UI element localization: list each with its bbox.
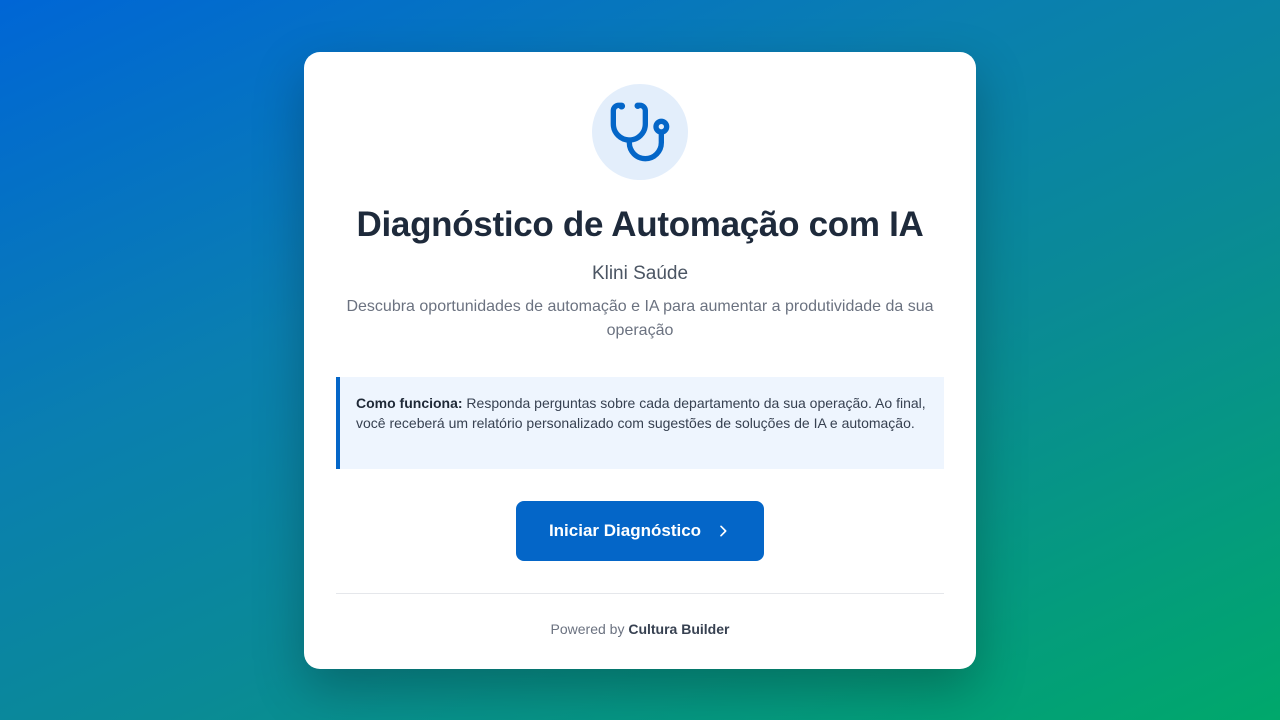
stethoscope-icon xyxy=(610,102,670,162)
icon-badge xyxy=(592,84,688,180)
start-diagnostic-button[interactable]: Iniciar Diagnóstico xyxy=(516,501,764,561)
how-it-works-label: Como funciona: xyxy=(356,395,463,411)
diagnostic-card: Diagnóstico de Automação com IA Klini Sa… xyxy=(304,52,976,669)
company-name: Klini Saúde xyxy=(591,263,689,284)
start-diagnostic-label: Iniciar Diagnóstico xyxy=(548,521,702,540)
chevron-right-icon xyxy=(720,525,727,537)
footer-brand: Cultura Builder xyxy=(628,621,730,637)
page-description: Descubra oportunidades de automação e IA… xyxy=(346,298,934,339)
page-title: Diagnóstico de Automação com IA xyxy=(356,205,924,244)
footer-prefix: Powered by xyxy=(550,621,629,637)
footer: Powered by Cultura Builder xyxy=(336,621,944,637)
footer-divider xyxy=(336,593,944,594)
how-it-works-box: Como funciona: Responda perguntas sobre … xyxy=(336,377,944,469)
